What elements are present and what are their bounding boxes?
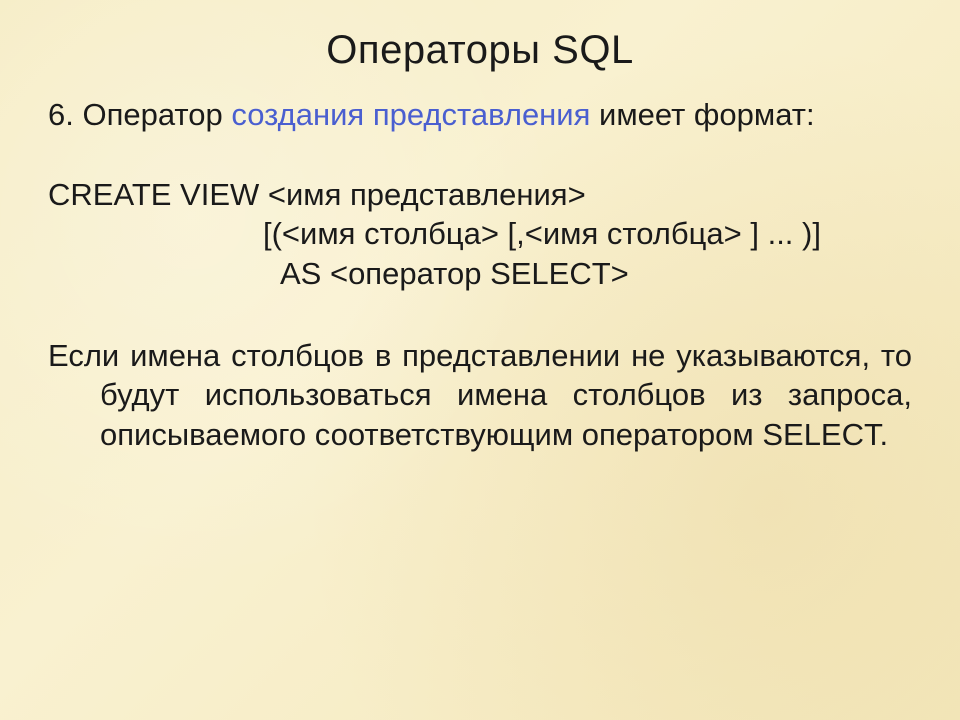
syntax-line-2: [(<имя столбца> [,<имя столбца> ] ... )]	[48, 214, 912, 254]
syntax-line-3: AS <оператор SELECT>	[48, 254, 912, 294]
syntax-block: CREATE VIEW <имя представления> [(<имя с…	[48, 175, 912, 294]
create-view-link[interactable]: создания представления	[231, 97, 590, 132]
intro-after: имеет формат:	[599, 97, 815, 132]
intro-before: Оператор	[82, 97, 222, 132]
slide-body: 6. Оператор создания представления имеет…	[48, 95, 912, 455]
list-number: 6.	[48, 97, 74, 132]
syntax-line-1: CREATE VIEW <имя представления>	[48, 175, 912, 215]
note-paragraph: Если имена столбцов в представлении не у…	[48, 336, 912, 455]
slide-title: Операторы SQL	[48, 28, 912, 73]
intro-paragraph: 6. Оператор создания представления имеет…	[48, 95, 912, 135]
slide: Операторы SQL 6. Оператор создания предс…	[0, 0, 960, 720]
